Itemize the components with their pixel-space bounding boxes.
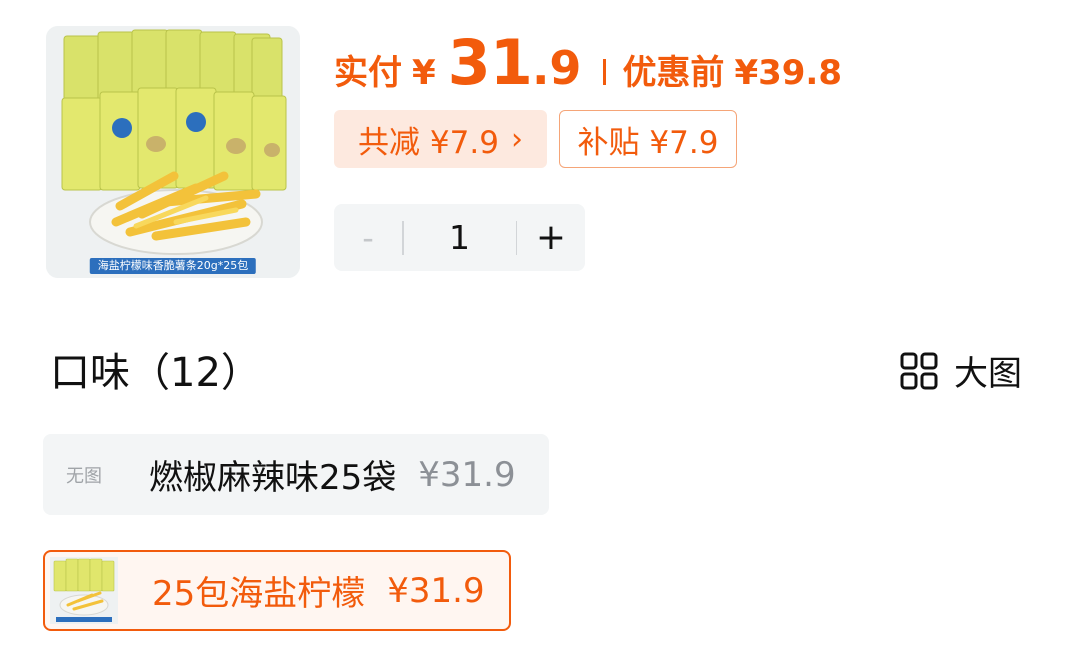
before-discount-label: 优惠前	[622, 53, 725, 93]
paid-price-integer: 31	[447, 26, 533, 99]
decrease-button[interactable]: -	[334, 219, 402, 257]
no-image-placeholder: 无图	[66, 465, 102, 487]
subsidy-text: 补贴 ¥7.9	[577, 124, 719, 161]
flavor-section-title: 口味（12）	[50, 350, 261, 396]
quantity-stepper: - 1 +	[334, 204, 585, 271]
total-discount-tag[interactable]: 共减 ¥7.9 ›	[334, 110, 547, 168]
before-discount-price: ¥39.8	[734, 53, 842, 93]
flavor-option-selected[interactable]: 25包海盐柠檬 ¥31.9	[43, 550, 511, 631]
increase-button[interactable]: +	[517, 217, 585, 258]
product-image-caption: 海盐柠檬味香脆薯条20g*25包	[89, 258, 257, 274]
product-photo-icon	[50, 557, 118, 624]
quantity-value[interactable]: 1	[404, 218, 516, 257]
product-image[interactable]: 海盐柠檬味香脆薯条20g*25包	[46, 26, 300, 278]
flavor-option-thumbnail	[50, 557, 118, 624]
flavor-option-price: ¥31.9	[387, 570, 485, 611]
paid-price-decimal: .9	[531, 41, 582, 95]
paid-currency: ¥	[412, 53, 436, 93]
chevron-right-icon: ›	[510, 121, 523, 157]
subsidy-tag: 补贴 ¥7.9	[559, 110, 737, 168]
big-picture-toggle[interactable]: 大图	[900, 346, 1022, 395]
product-photo-icon	[46, 26, 300, 278]
total-discount-text: 共减 ¥7.9	[358, 124, 499, 161]
big-picture-label: 大图	[954, 354, 1022, 394]
flavor-option-price: ¥31.9	[418, 454, 516, 495]
paid-label: 实付	[334, 53, 402, 93]
flavor-option-name: 25包海盐柠檬	[152, 574, 366, 614]
price-row: 实付 ¥ 31 .9 优惠前 ¥39.8	[334, 26, 842, 106]
grid-icon	[900, 352, 938, 389]
price-divider	[603, 59, 607, 85]
flavor-option[interactable]: 无图 燃椒麻辣味25袋 ¥31.9	[43, 434, 549, 515]
flavor-option-name: 燃椒麻辣味25袋	[149, 458, 397, 498]
